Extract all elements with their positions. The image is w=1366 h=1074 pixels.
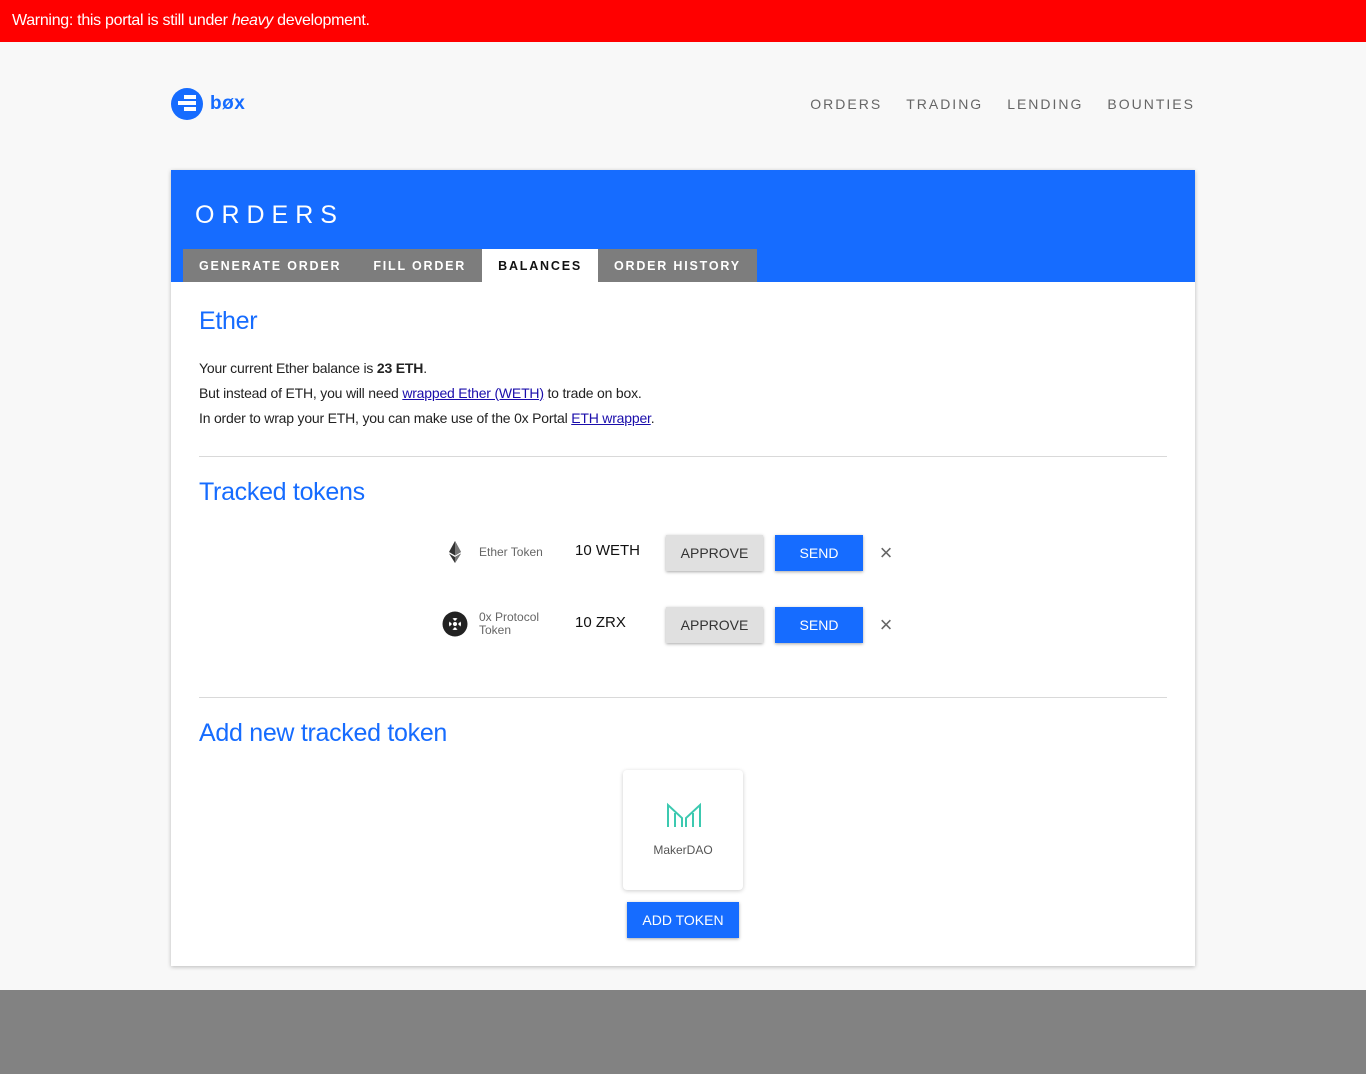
tab-fill-order[interactable]: FILL ORDER [357, 249, 483, 282]
tab-bar: GENERATE ORDER FILL ORDER BALANCES ORDER… [183, 249, 757, 282]
approve-button[interactable]: APPROVE [666, 607, 763, 643]
close-icon[interactable]: × [875, 614, 897, 636]
warning-prefix: Warning: this portal is still under [12, 12, 232, 29]
warning-suffix: development. [273, 12, 370, 29]
token-name: Ether Token [479, 544, 543, 559]
divider [199, 456, 1167, 457]
send-button[interactable]: SEND [775, 607, 863, 643]
tab-balances[interactable]: BALANCES [482, 249, 598, 282]
ethereum-icon [449, 541, 461, 563]
add-token-title: Add new tracked token [199, 719, 448, 747]
warning-emphasis: heavy [231, 12, 274, 29]
ether-section-title: Ether [199, 307, 258, 335]
add-token-button[interactable]: ADD TOKEN [627, 902, 739, 938]
main-nav: ORDERS TRADING LENDING BOUNTIES [810, 96, 1195, 112]
tab-order-history[interactable]: ORDER HISTORY [597, 249, 757, 282]
nav-lending[interactable]: LENDING [1007, 96, 1083, 112]
wrap-info-text: In order to wrap your ETH, you can make … [199, 410, 655, 426]
tab-generate-order[interactable]: GENERATE ORDER [183, 249, 358, 282]
token-option-label: MakerDAO [653, 843, 713, 857]
token-balance: 10 ZRX [575, 614, 626, 631]
token-name: 0x Protocol Token [479, 610, 540, 637]
zrx-icon [442, 611, 468, 637]
site-header: bøx ORDERS TRADING LENDING BOUNTIES [171, 86, 1195, 122]
ether-balance-text: Your current Ether balance is 23 ETH. [199, 360, 427, 376]
ether-balance-value: 23 ETH [376, 360, 424, 376]
footer [0, 990, 1366, 1074]
makerdao-icon [667, 802, 701, 827]
card-header: ORDERS GENERATE ORDER FILL ORDER BALANCE… [171, 170, 1195, 282]
weth-info-text: But instead of ETH, you will need wrappe… [199, 385, 642, 401]
page-title: ORDERS [195, 201, 344, 229]
divider [199, 697, 1167, 698]
tracked-tokens-title: Tracked tokens [199, 478, 365, 506]
token-row-zrx: 0x Protocol Token 10 ZRX APPROVE SEND × [441, 604, 901, 644]
box-logo-icon [171, 88, 203, 120]
eth-wrapper-link[interactable]: ETH wrapper [571, 410, 651, 426]
token-balance: 10 WETH [575, 542, 641, 559]
token-row-weth: Ether Token 10 WETH APPROVE SEND × [441, 532, 901, 572]
warning-banner: Warning: this portal is still under heav… [0, 0, 1366, 42]
approve-button[interactable]: APPROVE [666, 535, 763, 571]
nav-orders[interactable]: ORDERS [810, 96, 882, 112]
nav-trading[interactable]: TRADING [906, 96, 983, 112]
brand-logo[interactable]: bøx [171, 88, 245, 120]
orders-card: ORDERS GENERATE ORDER FILL ORDER BALANCE… [171, 170, 1195, 966]
brand-name: bøx [210, 93, 246, 114]
close-icon[interactable]: × [875, 542, 897, 564]
nav-bounties[interactable]: BOUNTIES [1107, 96, 1195, 112]
send-button[interactable]: SEND [775, 535, 863, 571]
weth-link[interactable]: wrapped Ether (WETH) [402, 385, 544, 401]
token-option-makerdao[interactable]: MakerDAO [623, 770, 743, 890]
